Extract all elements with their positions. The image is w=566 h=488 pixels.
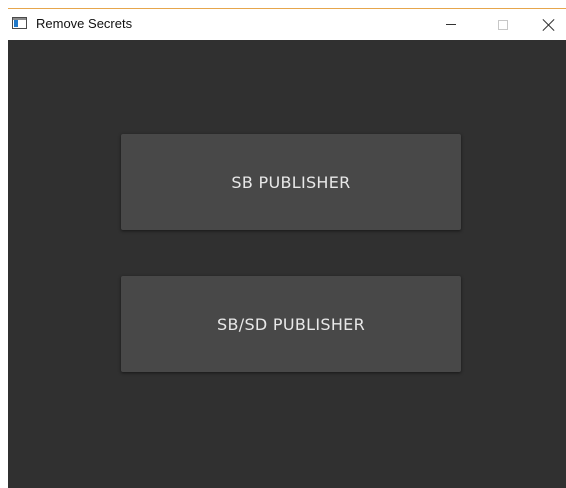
- app-window-icon: [12, 17, 27, 29]
- sb-publisher-button[interactable]: SB PUBLISHER: [121, 134, 461, 230]
- sbsd-publisher-button[interactable]: SB/SD PUBLISHER: [121, 276, 461, 372]
- main-content: SB PUBLISHER SB/SD PUBLISHER: [8, 40, 566, 488]
- window-title: Remove Secrets: [36, 16, 133, 31]
- maximize-icon: [498, 19, 508, 30]
- close-button[interactable]: [526, 9, 566, 40]
- minimize-icon: [446, 24, 456, 25]
- close-icon: [543, 19, 555, 31]
- app-window: Remove Secrets SB PUBLISHER SB/SD PUBLIS…: [8, 8, 566, 488]
- minimize-button[interactable]: [428, 9, 474, 40]
- title-bar[interactable]: Remove Secrets: [8, 9, 566, 40]
- maximize-button[interactable]: [480, 9, 526, 40]
